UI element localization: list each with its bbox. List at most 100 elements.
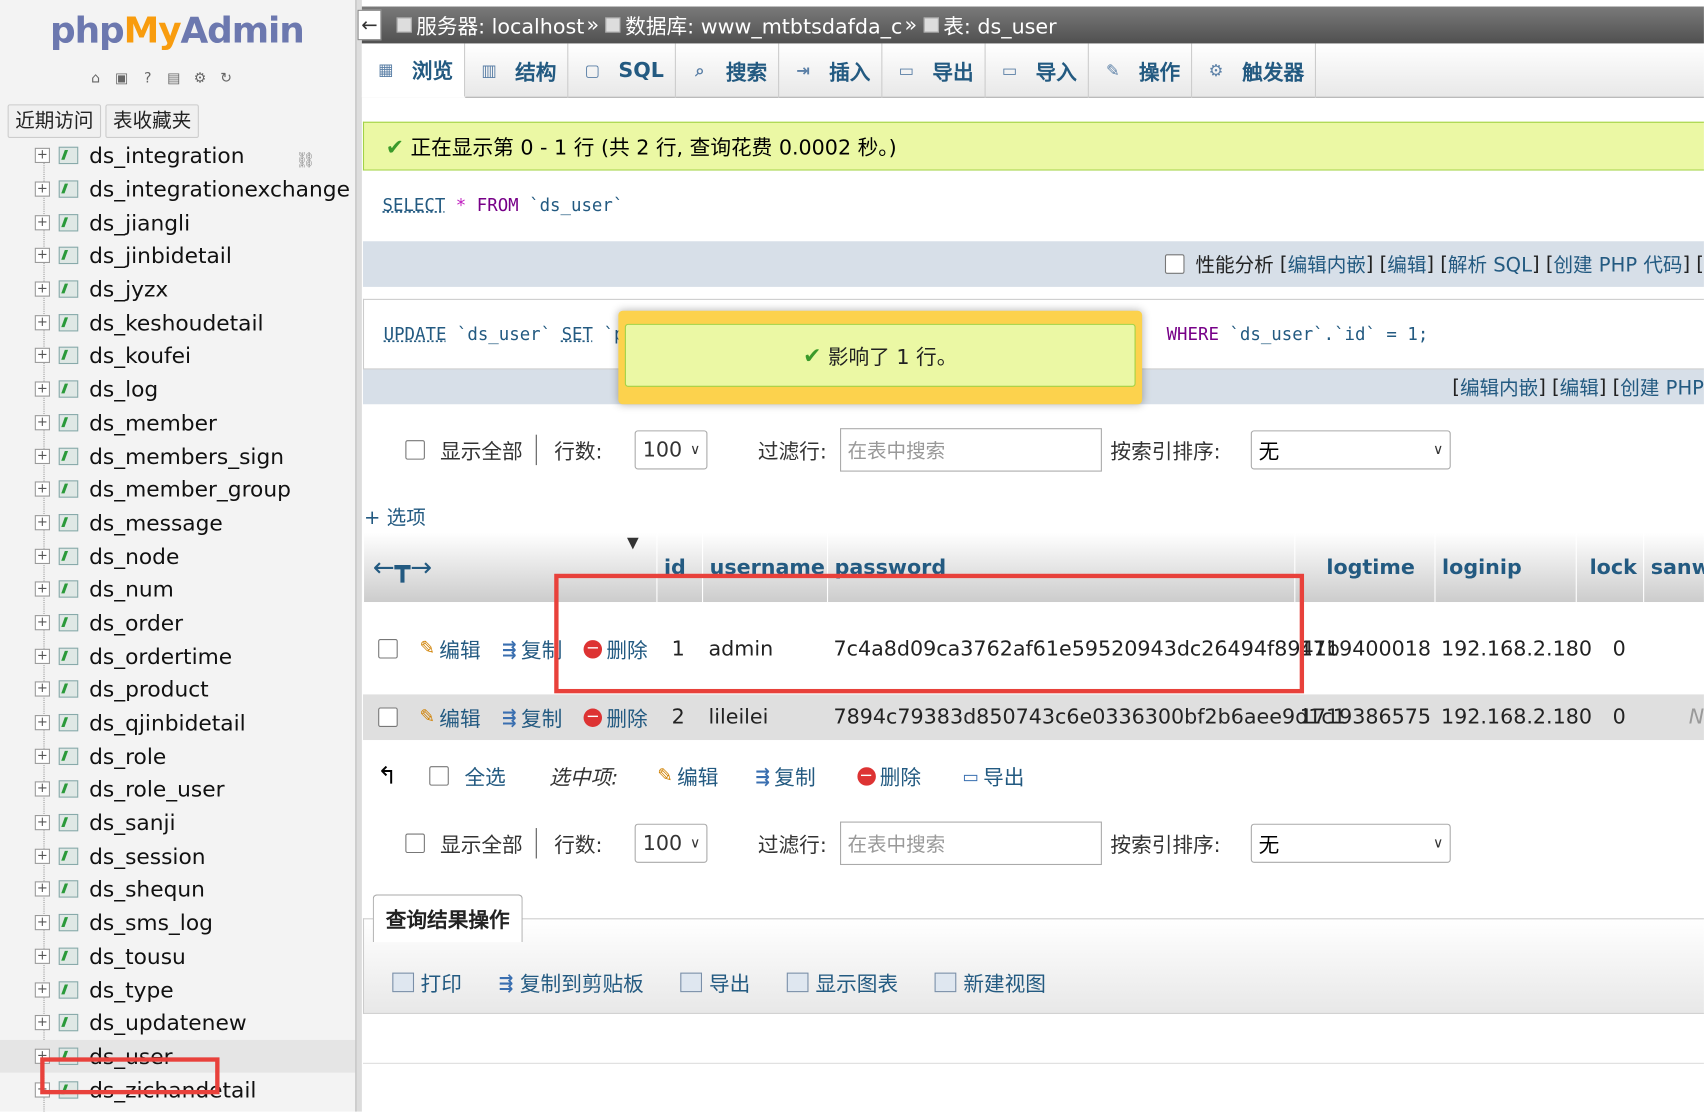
row-select-checkbox[interactable] [378, 603, 398, 694]
tab-sql[interactable]: ▢ SQL [568, 43, 676, 98]
table-icon[interactable] [58, 847, 79, 865]
edit-link[interactable]: 编辑 [1387, 250, 1426, 278]
tab-operations[interactable]: ✎ 操作 [1089, 43, 1193, 98]
sql-keyword[interactable]: SELECT [383, 195, 446, 216]
expand-plus-icon[interactable]: + [34, 648, 50, 664]
cell-loginip[interactable]: 192.168.2.180 [1441, 603, 1592, 694]
table-icon[interactable] [58, 247, 79, 265]
edit-row-button[interactable]: ✎ 编辑 [419, 694, 480, 740]
sidebar-item-ds-shequn[interactable]: + ds_shequn [0, 873, 355, 906]
column-header-sanwa[interactable]: sanwa [1643, 532, 1704, 603]
table-icon[interactable] [58, 547, 79, 565]
tab-export[interactable]: ▭ 导出 [882, 43, 986, 98]
table-icon[interactable] [58, 680, 79, 699]
table-icon[interactable] [58, 947, 79, 965]
sql-keyword[interactable]: SET [562, 324, 593, 345]
sidebar-item-ds-keshoudetail[interactable]: + ds_keshoudetail [0, 306, 355, 339]
cell-username[interactable]: lileilei [709, 694, 769, 740]
table-icon[interactable] [58, 1014, 79, 1032]
sidebar-item-ds-message[interactable]: + ds_message [0, 506, 355, 539]
create-php-code-link[interactable]: 创建 PHP 代码 [1553, 250, 1682, 278]
display-chart-button[interactable]: 显示图表 [787, 968, 898, 997]
table-icon[interactable] [58, 880, 79, 899]
tab-triggers[interactable]: ⚙ 触发器 [1192, 43, 1317, 98]
sidebar-item-ds-role[interactable]: + ds_role [0, 739, 355, 772]
bulk-copy-button[interactable]: ⇶ 复制 [755, 761, 815, 790]
table-icon[interactable] [58, 147, 79, 165]
expand-plus-icon[interactable]: + [34, 715, 50, 731]
sidebar-item-ds-node[interactable]: + ds_node [0, 539, 355, 572]
help-icon[interactable]: ? [137, 67, 159, 89]
breadcrumb-table[interactable]: 表: ds_user [923, 10, 1057, 39]
sidebar-item-ds-type[interactable]: + ds_type [0, 973, 355, 1006]
sidebar-item-ds-member[interactable]: + ds_member [0, 406, 355, 439]
tab-browse[interactable]: ▦ 浏览 [361, 43, 466, 98]
home-icon[interactable]: ⌂ [85, 67, 107, 89]
options-toggle-link[interactable]: + 选项 [364, 502, 426, 530]
table-icon[interactable] [58, 413, 79, 432]
sidebar-item-ds-updatenew[interactable]: + ds_updatenew [0, 1006, 355, 1039]
expand-plus-icon[interactable]: + [34, 615, 50, 631]
table-icon[interactable] [58, 313, 79, 332]
sidebar-item-ds-qjinbidetail[interactable]: + ds_qjinbidetail [0, 706, 355, 739]
rows-select[interactable]: 100 ∨ [635, 430, 708, 470]
expand-plus-icon[interactable]: + [34, 548, 50, 564]
settings-gear-icon[interactable]: ⚙ [189, 67, 211, 89]
select-all-label[interactable]: 全选 [464, 761, 505, 790]
select-all-checkbox[interactable] [429, 766, 450, 786]
expand-plus-icon[interactable]: + [34, 682, 50, 697]
expand-plus-icon[interactable]: + [34, 215, 50, 231]
expand-plus-icon[interactable]: + [34, 782, 50, 797]
reload-icon[interactable]: ↻ [215, 67, 237, 89]
expand-plus-icon[interactable]: + [34, 314, 50, 331]
sidebar-item-ds-order[interactable]: + ds_order [0, 606, 355, 639]
edit-inline-link[interactable]: 编辑内嵌 [1460, 373, 1538, 401]
explain-sql-link[interactable]: 解析 SQL [1448, 250, 1532, 278]
expand-plus-icon[interactable]: + [34, 281, 50, 297]
edit-link[interactable]: 编辑 [1560, 373, 1599, 401]
cell-lock[interactable]: 0 [1613, 694, 1626, 740]
delete-row-button[interactable]: − 删除 [583, 694, 648, 740]
copy-row-button[interactable]: ⇶ 复制 [502, 694, 562, 740]
expand-plus-icon[interactable]: + [34, 148, 50, 164]
sidebar-item-ds-ordertime[interactable]: + ds_ordertime [0, 639, 355, 672]
print-button[interactable]: 打印 [392, 968, 462, 997]
sidebar-item-ds-num[interactable]: + ds_num [0, 573, 355, 606]
table-icon[interactable] [58, 814, 79, 832]
table-icon[interactable] [58, 213, 79, 232]
expand-plus-icon[interactable]: + [34, 348, 50, 364]
table-icon[interactable] [58, 447, 79, 465]
sort-by-key-select[interactable]: 无 ∨ [1251, 430, 1451, 470]
sidebar-item-ds-members-sign[interactable]: + ds_members_sign [0, 439, 355, 472]
sort-by-key-select[interactable]: 无 ∨ [1251, 823, 1451, 863]
cell-loginip[interactable]: 192.168.2.180 [1441, 694, 1592, 740]
table-icon[interactable] [58, 914, 79, 932]
sidebar-item-ds-session[interactable]: + ds_session [0, 839, 355, 872]
filter-rows-input[interactable]: 在表中搜索 [839, 428, 1102, 472]
table-icon[interactable] [58, 380, 79, 398]
expand-plus-icon[interactable]: + [34, 448, 50, 464]
table-icon[interactable] [58, 747, 79, 765]
sidebar-item-ds-jiangli[interactable]: + ds_jiangli [0, 206, 355, 239]
sidebar-item-ds-product[interactable]: + ds_product [0, 673, 355, 706]
expand-plus-icon[interactable]: + [34, 482, 50, 497]
table-icon[interactable] [58, 713, 79, 732]
bulk-delete-button[interactable]: − 删除 [856, 761, 921, 790]
recent-tables-button[interactable]: 近期访问 [7, 104, 102, 139]
show-all-checkbox[interactable] [405, 833, 425, 854]
table-icon[interactable] [58, 180, 79, 198]
table-icon[interactable] [58, 580, 79, 598]
cell-logtime[interactable]: 1719386575 [1300, 694, 1431, 740]
cell-logtime[interactable]: 1719400018 [1300, 603, 1431, 694]
expand-plus-icon[interactable]: + [34, 582, 50, 597]
expand-plus-icon[interactable]: + [34, 881, 50, 898]
sidebar-item-ds-sanji[interactable]: + ds_sanji [0, 806, 355, 839]
column-header-loginip[interactable]: loginip [1434, 532, 1575, 603]
tab-import[interactable]: ▭ 导入 [986, 43, 1089, 98]
profiling-checkbox[interactable] [1165, 254, 1185, 274]
create-view-button[interactable]: 新建视图 [935, 968, 1046, 997]
sidebar-item-ds-koufei[interactable]: + ds_koufei [0, 339, 355, 372]
bulk-export-button[interactable]: ▭ 导出 [962, 761, 1024, 790]
sql-keyword[interactable]: UPDATE [384, 324, 447, 345]
edit-inline-link[interactable]: 编辑内嵌 [1288, 250, 1366, 278]
